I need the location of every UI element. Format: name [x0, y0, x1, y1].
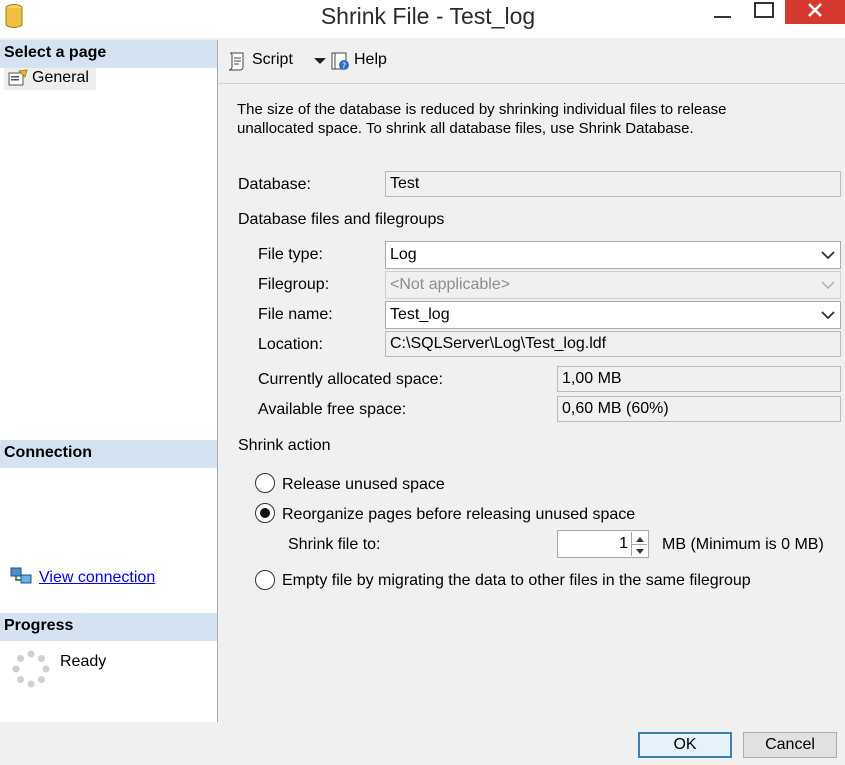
- release-unused-radio[interactable]: [255, 473, 275, 493]
- shrink-to-value: 1: [619, 535, 628, 552]
- progress-spinner-icon: [12, 650, 50, 688]
- allocated-space-label: Currently allocated space:: [258, 371, 443, 388]
- progress-header: Progress: [0, 613, 217, 641]
- free-space-field: 0,60 MB (60%): [557, 396, 841, 422]
- shrink-to-unit: MB (Minimum is 0 MB): [662, 536, 824, 553]
- empty-file-label: Empty file by migrating the data to othe…: [282, 572, 751, 589]
- connection-icon: [10, 567, 32, 584]
- files-group-label: Database files and filegroups: [238, 211, 445, 228]
- chevron-down-icon: [821, 311, 835, 320]
- cancel-button[interactable]: Cancel: [743, 732, 837, 758]
- radio-selected-dot: [260, 508, 270, 518]
- shrink-action-label: Shrink action: [238, 437, 331, 454]
- file-type-select[interactable]: Log: [385, 241, 841, 269]
- script-icon: [228, 52, 244, 71]
- database-field: Test: [385, 171, 841, 197]
- minimize-button[interactable]: [700, 0, 745, 30]
- maximize-button[interactable]: [745, 0, 785, 30]
- location-field: C:\SQLServer\Log\Test_log.ldf: [385, 331, 841, 357]
- reorganize-pages-label: Reorganize pages before releasing unused…: [282, 506, 636, 523]
- filegroup-select: <Not applicable>: [385, 271, 841, 299]
- free-space-label: Available free space:: [258, 401, 407, 418]
- release-unused-label: Release unused space: [282, 476, 445, 493]
- shrink-to-label: Shrink file to:: [288, 536, 381, 553]
- view-connection-link[interactable]: View connection: [39, 569, 155, 587]
- sidebar: Select a page General Connection View co…: [0, 40, 218, 722]
- shrink-to-stepper[interactable]: 1: [557, 530, 649, 558]
- maximize-icon: [754, 2, 774, 18]
- filegroup-value: <Not applicable>: [390, 276, 511, 293]
- close-icon: [808, 3, 822, 17]
- file-name-value: Test_log: [390, 306, 450, 323]
- progress-status: Ready: [60, 653, 107, 670]
- script-label: Script: [252, 51, 293, 68]
- filegroup-label: Filegroup:: [258, 276, 330, 293]
- help-label: Help: [354, 51, 387, 68]
- svg-text:?: ?: [342, 62, 346, 71]
- dialog-footer: OK Cancel: [0, 722, 845, 765]
- stepper-up-button[interactable]: [631, 532, 647, 544]
- sidebar-item-general[interactable]: General: [4, 68, 96, 90]
- database-label: Database:: [238, 176, 311, 193]
- minimize-icon: [714, 16, 731, 18]
- title-bar: Shrink File - Test_log: [0, 0, 845, 38]
- connection-header: Connection: [0, 440, 217, 468]
- chevron-down-icon[interactable]: [314, 56, 326, 66]
- close-button[interactable]: [785, 0, 845, 24]
- sidebar-item-label: General: [32, 69, 89, 86]
- file-name-select[interactable]: Test_log: [385, 301, 841, 329]
- stepper-down-button[interactable]: [631, 544, 647, 556]
- reorganize-pages-radio[interactable]: [255, 503, 275, 523]
- location-label: Location:: [258, 336, 323, 353]
- file-type-value: Log: [390, 246, 417, 263]
- empty-file-radio[interactable]: [255, 570, 275, 590]
- chevron-down-icon: [821, 251, 835, 260]
- help-icon: ?: [331, 52, 349, 71]
- allocated-space-field: 1,00 MB: [557, 366, 841, 392]
- chevron-down-icon: [821, 281, 835, 290]
- description-text: The size of the database is reduced by s…: [237, 101, 727, 137]
- main-panel: Script ? Help The size of the database i…: [218, 40, 845, 722]
- file-name-label: File name:: [258, 306, 333, 323]
- ok-button[interactable]: OK: [638, 732, 732, 758]
- chevron-down-icon: [636, 549, 644, 554]
- properties-icon: [8, 69, 28, 86]
- toolbar: Script ? Help: [218, 40, 845, 84]
- select-page-header: Select a page: [0, 40, 217, 68]
- file-type-label: File type:: [258, 246, 323, 263]
